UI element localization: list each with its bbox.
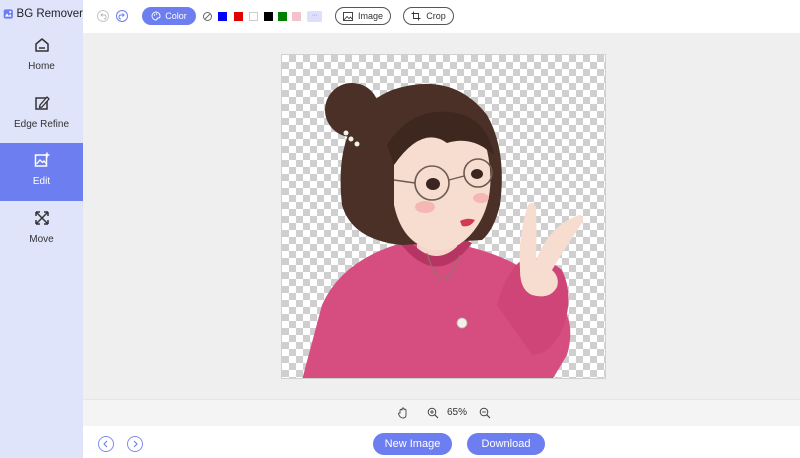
color-swatch-white[interactable] [249, 12, 258, 21]
no-color-button[interactable] [203, 12, 212, 21]
canvas-area[interactable] [83, 33, 800, 399]
sidebar-item-label: Move [29, 234, 54, 245]
sidebar-item-edit[interactable]: Edit [0, 143, 83, 201]
portrait-illustration [302, 83, 583, 378]
home-icon [34, 38, 49, 52]
chevron-right-icon [133, 440, 138, 448]
hand-pan-icon[interactable] [397, 407, 409, 419]
color-swatch-black[interactable] [264, 12, 273, 21]
zoom-level: 65% [447, 407, 468, 418]
color-button[interactable]: Color [142, 7, 196, 25]
sidebar-item-label: Home [28, 61, 55, 72]
color-swatch-red[interactable] [234, 12, 243, 21]
zoom-bar: 65% [83, 399, 800, 426]
edit-image-icon [34, 152, 49, 167]
palette-icon [151, 11, 161, 21]
redo-button[interactable] [116, 10, 128, 22]
download-button[interactable]: Download [467, 433, 545, 455]
chevron-left-icon [103, 440, 108, 448]
no-color-icon [204, 13, 211, 20]
crop-icon [411, 11, 421, 21]
new-image-button[interactable]: New Image [373, 433, 452, 455]
next-button[interactable] [127, 436, 143, 452]
color-button-label: Color [165, 11, 187, 21]
previous-button[interactable] [98, 436, 114, 452]
sidebar: BG Remover Home Edge Refine Edit Move [0, 0, 83, 458]
brand: BG Remover [0, 0, 83, 28]
toolbar: Color ··· Image Crop [83, 0, 800, 33]
move-icon [34, 211, 49, 225]
sidebar-item-move[interactable]: Move [0, 201, 83, 259]
bottom-bar: New Image Download [83, 426, 800, 458]
undo-icon [100, 13, 107, 20]
more-colors-button[interactable]: ··· [307, 11, 322, 22]
crop-button-label: Crop [426, 11, 446, 21]
redo-icon [118, 13, 125, 20]
app-window: BG Remover Home Edge Refine Edit Move Co… [0, 0, 800, 458]
image-button-label: Image [357, 11, 383, 21]
crop-button[interactable]: Crop [403, 7, 454, 25]
color-swatch-pink[interactable] [292, 12, 301, 21]
zoom-in-icon[interactable] [427, 407, 439, 419]
cutout-image-preview[interactable] [281, 54, 606, 379]
sidebar-item-label: Edit [32, 176, 51, 187]
image-button[interactable]: Image [335, 7, 391, 25]
edge-refine-icon [34, 96, 50, 110]
undo-button[interactable] [97, 10, 109, 22]
zoom-out-icon[interactable] [479, 407, 491, 419]
sidebar-item-label: Edge Refine [13, 119, 70, 130]
image-icon [343, 11, 353, 21]
sidebar-item-home[interactable]: Home [0, 28, 83, 86]
color-swatch-blue[interactable] [218, 12, 227, 21]
app-logo-icon [3, 9, 13, 19]
app-title: BG Remover [16, 8, 83, 20]
sidebar-item-edge-refine[interactable]: Edge Refine [0, 86, 83, 144]
color-swatch-green[interactable] [278, 12, 287, 21]
